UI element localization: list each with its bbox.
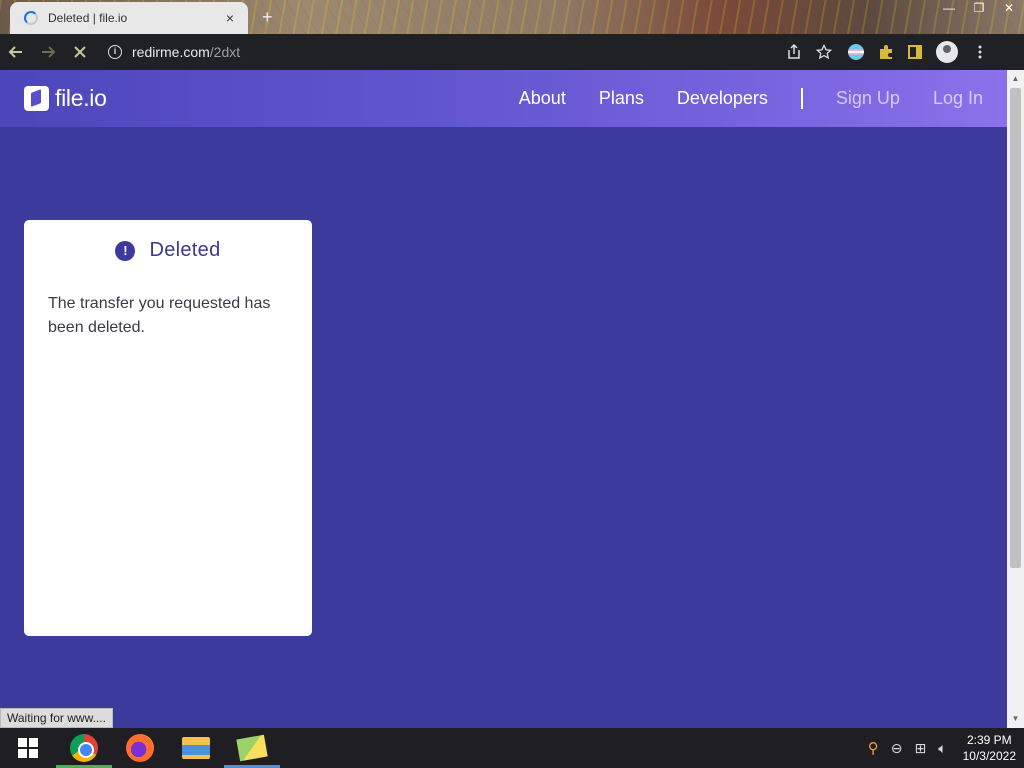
firefox-icon: [126, 734, 154, 762]
close-window-button[interactable]: ✕: [994, 0, 1024, 18]
site-header: file.io About Plans Developers Sign Up L…: [0, 70, 1007, 127]
stop-x-icon: [74, 46, 86, 58]
taskbar-clock[interactable]: 2:39 PM 10/3/2022: [963, 732, 1016, 764]
loading-spinner-icon: [24, 11, 38, 25]
file-io-logo-icon: [24, 86, 49, 111]
chrome-icon: [70, 734, 98, 762]
stop-loading-button[interactable]: [64, 36, 96, 68]
profile-avatar-icon[interactable]: [936, 41, 958, 63]
scroll-down-arrow-icon[interactable]: ▼: [1007, 712, 1024, 726]
address-bar[interactable]: i redirme.com /2dxt: [102, 38, 846, 66]
browser-tab-strip: Deleted | file.io × + — ❐ ✕: [0, 0, 1024, 34]
nav-about-link[interactable]: About: [519, 88, 566, 109]
extensions-area: [848, 41, 988, 63]
page-scrollbar[interactable]: ▲ ▼: [1007, 70, 1024, 728]
share-icon[interactable]: [786, 44, 802, 60]
folder-icon: [182, 737, 210, 759]
arrow-right-icon: [42, 46, 56, 58]
url-path: /2dxt: [209, 44, 241, 60]
nav-divider: [800, 88, 803, 109]
site-nav: About Plans Developers Sign Up Log In: [486, 88, 983, 109]
side-panel-icon[interactable]: [908, 45, 922, 59]
minimize-button[interactable]: —: [934, 0, 964, 18]
windows-logo-icon: [18, 738, 38, 758]
system-tray: ⚲ ⊖ ⊞ 🔈︎ 2:39 PM 10/3/2022: [868, 732, 1016, 764]
forward-button[interactable]: [32, 36, 64, 68]
extensions-puzzle-icon[interactable]: [878, 44, 894, 60]
sticky-notes-icon: [236, 734, 268, 762]
nav-plans-link[interactable]: Plans: [599, 88, 644, 109]
bookmark-star-icon[interactable]: [816, 44, 832, 60]
browser-status-bubble: Waiting for www....: [0, 708, 113, 728]
start-button[interactable]: [0, 728, 56, 768]
scroll-up-arrow-icon[interactable]: ▲: [1007, 72, 1024, 86]
arrow-left-icon: [8, 46, 22, 58]
card-message: The transfer you requested has been dele…: [48, 295, 271, 336]
logo-text: file.io: [55, 85, 107, 111]
tab-close-icon[interactable]: ×: [222, 10, 238, 26]
taskbar: ⚲ ⊖ ⊞ 🔈︎ 2:39 PM 10/3/2022: [0, 728, 1024, 768]
taskbar-firefox[interactable]: [112, 728, 168, 768]
nav-sign-up-link[interactable]: Sign Up: [836, 88, 900, 109]
deleted-card: ! Deleted The transfer you requested has…: [24, 220, 312, 636]
taskbar-sticky-notes[interactable]: [224, 728, 280, 768]
clock-date: 10/3/2022: [962, 749, 1016, 763]
maximize-button[interactable]: ❐: [964, 0, 994, 18]
site-logo[interactable]: file.io: [24, 85, 107, 112]
window-controls: — ❐ ✕: [934, 0, 1024, 18]
volume-icon[interactable]: 🔈︎: [938, 740, 946, 757]
browser-tab[interactable]: Deleted | file.io ×: [10, 2, 248, 34]
taskbar-chrome[interactable]: [56, 728, 112, 768]
new-tab-button[interactable]: +: [262, 7, 273, 28]
network-icon[interactable]: ⊞: [914, 740, 926, 757]
address-bar-actions: [786, 44, 846, 60]
back-button[interactable]: [0, 36, 32, 68]
site-info-icon[interactable]: i: [108, 45, 122, 59]
status-circle-icon[interactable]: ⊖: [891, 740, 903, 757]
browser-toolbar: i redirme.com /2dxt: [0, 34, 1024, 70]
clock-time: 2:39 PM: [966, 733, 1012, 747]
card-header: ! Deleted: [24, 239, 312, 262]
page-viewport: file.io About Plans Developers Sign Up L…: [0, 70, 1007, 728]
extension-flag-icon[interactable]: [848, 44, 864, 60]
tab-title: Deleted | file.io: [48, 11, 128, 25]
alert-exclamation-icon: !: [115, 240, 136, 261]
scroll-thumb[interactable]: [1010, 88, 1021, 568]
taskbar-file-explorer[interactable]: [168, 728, 224, 768]
nav-developers-link[interactable]: Developers: [677, 88, 768, 109]
url-host: redirme.com: [132, 44, 210, 60]
nav-log-in-link[interactable]: Log In: [933, 88, 983, 109]
kebab-menu-icon[interactable]: [972, 44, 988, 60]
search-magnifier-icon[interactable]: ⚲: [868, 739, 879, 757]
card-title: Deleted: [149, 239, 221, 261]
